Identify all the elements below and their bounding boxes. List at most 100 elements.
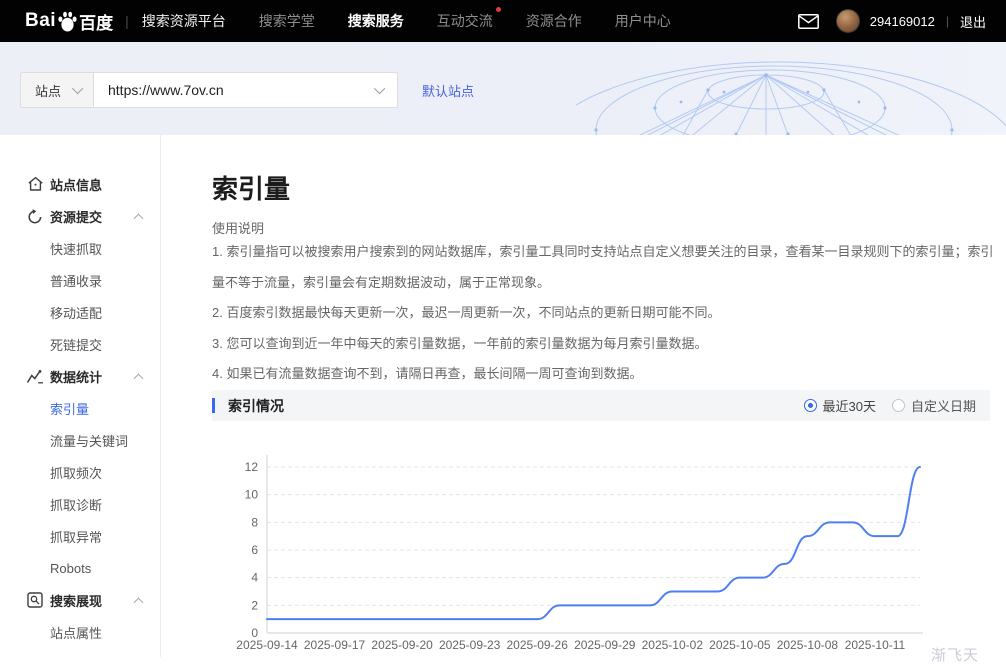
home-icon — [25, 176, 45, 192]
usage-note: 4. 如果已有流量数据查询不到，请隔日再查，最长间隔一周可查询到数据。 — [212, 359, 994, 390]
sidebar-label: 搜索展现 — [50, 591, 102, 610]
nav-menu: 搜索学堂 搜索服务 互动交流 资源合作 用户中心 — [226, 11, 671, 31]
x-axis-label: 2025-09-23 — [439, 638, 501, 652]
mail-icon[interactable] — [798, 14, 819, 29]
x-axis-label: 2025-09-29 — [574, 638, 636, 652]
site-url-dropdown[interactable]: https://www.7ov.cn — [93, 72, 398, 108]
x-axis-label: 2025-09-26 — [507, 638, 569, 652]
avatar[interactable] — [836, 9, 860, 33]
radio-selected-icon[interactable] — [804, 399, 817, 412]
sidebar-label: 抓取异常 — [50, 527, 102, 546]
sidebar-label: 抓取频次 — [50, 463, 102, 482]
site-type-dropdown[interactable]: 站点 — [20, 72, 93, 108]
sidebar-item-15[interactable]: 站点属性 — [0, 616, 160, 648]
range-option-label: 自定义日期 — [911, 396, 976, 415]
sidebar-label: 移动适配 — [50, 303, 102, 322]
usage-note: 2. 百度索引数据最快每天更新一次，最迟一周更新一次，不同站点的更新日期可能不同… — [212, 298, 994, 329]
sidebar-item-13[interactable]: Robots — [0, 552, 160, 584]
y-axis-label: 10 — [245, 488, 259, 502]
logo-text-cn: 百度 — [79, 9, 113, 34]
site-selector-bar: 站点 https://www.7ov.cn 默认站点 — [20, 72, 474, 108]
baidu-paw-icon — [57, 11, 78, 32]
stats-icon — [25, 369, 45, 384]
user-id[interactable]: 294169012 — [870, 14, 935, 29]
globe-wireframe-graphic — [576, 42, 1006, 135]
x-axis-label: 2025-10-05 — [709, 638, 771, 652]
sidebar-section-1[interactable]: 站点信息 — [0, 168, 160, 200]
x-axis-label: 2025-09-20 — [371, 638, 433, 652]
sidebar-label: 站点属性 — [50, 623, 102, 642]
radio-icon[interactable] — [892, 399, 905, 412]
x-axis-label: 2025-09-17 — [304, 638, 366, 652]
platform-title[interactable]: 搜索资源平台 — [142, 11, 226, 31]
submit-icon — [25, 208, 45, 225]
panel-accent-bar — [212, 398, 215, 413]
nav-user-area: 294169012 退出 — [798, 9, 986, 33]
site-url-value: https://www.7ov.cn — [108, 82, 224, 98]
watermark: 渐飞天 — [931, 644, 979, 665]
sidebar-label: 资源提交 — [50, 207, 102, 226]
range-option-label: 最近30天 — [823, 396, 876, 415]
sidebar-label: 死链提交 — [50, 335, 102, 354]
usage-note: 1. 索引量指可以被搜索用户搜索到的网站数据库，索引量工具同时支持站点自定义想要… — [212, 237, 994, 298]
logout-button[interactable]: 退出 — [960, 12, 986, 31]
index-trend-chart[interactable]: 0246810122025-09-142025-09-172025-09-202… — [212, 440, 1006, 657]
sidebar: 站点信息资源提交快速抓取普通收录移动适配死链提交数据统计索引量流量与关键词抓取频… — [0, 135, 161, 657]
default-site-link[interactable]: 默认站点 — [422, 81, 474, 100]
search-display-icon — [25, 592, 45, 608]
index-panel-header: 索引情况 最近30天 自定义日期 — [212, 390, 990, 421]
chevron-up-icon[interactable] — [134, 598, 144, 608]
panel-title: 索引情况 — [228, 396, 284, 416]
nav-item-4[interactable]: 资源合作 — [526, 11, 582, 31]
usage-note: 3. 您可以查询到近一年中每天的索引量数据，一年前的索引量数据为每月索引量数据。 — [212, 329, 994, 360]
sidebar-item-10[interactable]: 抓取频次 — [0, 456, 160, 488]
chevron-up-icon[interactable] — [134, 214, 144, 224]
sidebar-label: 站点信息 — [50, 175, 102, 194]
nav-item-3[interactable]: 互动交流 — [437, 11, 493, 31]
sidebar-item-11[interactable]: 抓取诊断 — [0, 488, 160, 520]
nav-item-5[interactable]: 用户中心 — [615, 11, 671, 31]
notification-dot-icon — [496, 7, 501, 12]
page-title: 索引量 — [212, 169, 290, 206]
nav-divider — [125, 13, 129, 29]
sidebar-label: 快速抓取 — [50, 239, 102, 258]
sidebar-label: 数据统计 — [50, 367, 102, 386]
sidebar-item-3[interactable]: 快速抓取 — [0, 232, 160, 264]
usage-notes: 1. 索引量指可以被搜索用户搜索到的网站数据库，索引量工具同时支持站点自定义想要… — [212, 237, 994, 390]
date-range-options: 最近30天 自定义日期 — [788, 396, 990, 415]
sidebar-item-12[interactable]: 抓取异常 — [0, 520, 160, 552]
usage-notes-title: 使用说明 — [212, 218, 264, 237]
sidebar-item-9[interactable]: 流量与关键词 — [0, 424, 160, 456]
y-axis-label: 4 — [251, 571, 258, 585]
x-axis-label: 2025-10-02 — [642, 638, 704, 652]
sidebar-label: Robots — [50, 561, 91, 576]
sidebar-item-8[interactable]: 索引量 — [0, 392, 160, 424]
chevron-down-icon — [374, 83, 385, 94]
sidebar-section-7[interactable]: 数据统计 — [0, 360, 160, 392]
sidebar-section-14[interactable]: 搜索展现 — [0, 584, 160, 616]
sidebar-item-6[interactable]: 死链提交 — [0, 328, 160, 360]
site-type-label: 站点 — [35, 81, 61, 100]
y-axis-label: 12 — [245, 460, 259, 474]
range-option-2[interactable]: 自定义日期 — [892, 396, 976, 415]
chevron-down-icon — [72, 83, 83, 94]
sidebar-section-2[interactable]: 资源提交 — [0, 200, 160, 232]
sidebar-label: 抓取诊断 — [50, 495, 102, 514]
x-axis-label: 2025-09-14 — [236, 638, 298, 652]
top-nav: Bai 百度 搜索资源平台 搜索学堂 搜索服务 互动交流 资源合作 用户中心 29416… — [0, 0, 1006, 42]
sidebar-label: 普通收录 — [50, 271, 102, 290]
sidebar-label: 流量与关键词 — [50, 431, 128, 450]
y-axis-label: 6 — [251, 543, 258, 557]
sidebar-item-4[interactable]: 普通收录 — [0, 264, 160, 296]
x-axis-label: 2025-10-11 — [845, 638, 906, 652]
logo-text-latin: Bai — [25, 10, 56, 32]
nav-item-2[interactable]: 搜索服务 — [348, 11, 404, 31]
sidebar-label: 索引量 — [50, 399, 89, 418]
range-option-1[interactable]: 最近30天 — [804, 396, 876, 415]
nav-item-1[interactable]: 搜索学堂 — [259, 11, 315, 31]
chevron-up-icon[interactable] — [134, 374, 144, 384]
sidebar-item-5[interactable]: 移动适配 — [0, 296, 160, 328]
nav-divider — [946, 14, 949, 28]
x-axis-label: 2025-10-08 — [777, 638, 839, 652]
baidu-logo[interactable]: Bai 百度 — [25, 9, 113, 34]
